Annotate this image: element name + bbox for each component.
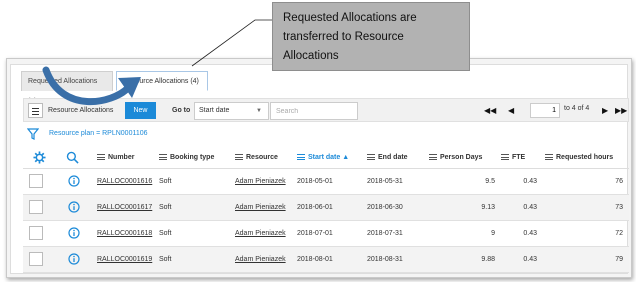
cell-person-days: 9.88 <box>481 256 495 263</box>
cell-fte: 0.43 <box>523 256 537 263</box>
cell-start-date: 2018-05-01 <box>297 178 333 185</box>
cell-person-days: 9.13 <box>481 204 495 211</box>
cell-resource[interactable]: Adam Pieniazek <box>235 255 286 265</box>
column-menu-icon[interactable] <box>297 154 305 161</box>
list-menu-button[interactable] <box>28 103 43 118</box>
cell-start-date: 2018-07-01 <box>297 230 333 237</box>
caret-down-icon: ▼ <box>256 108 262 114</box>
cell-person-days: 9 <box>491 230 495 237</box>
cell-booking-type: Soft <box>159 204 172 211</box>
gear-icon[interactable] <box>33 151 46 164</box>
tab-resource-allocations[interactable]: Resource Allocations (4) <box>116 71 208 91</box>
cell-end-date: 2018-05-31 <box>367 178 403 185</box>
annotation-callout: Requested Allocations are transferred to… <box>272 2 470 71</box>
row-checkbox[interactable] <box>29 252 43 266</box>
page-range-text: to 4 of 4 <box>564 105 590 112</box>
search-input[interactable] <box>270 102 358 120</box>
column-menu-icon[interactable] <box>159 154 167 161</box>
column-header-resource[interactable]: Resource <box>235 152 278 164</box>
table-row[interactable]: RALLOC0001618 Soft Adam Pieniazek 2018-0… <box>23 221 629 247</box>
cell-start-date: 2018-08-01 <box>297 256 333 263</box>
next-page-icon[interactable]: ▶ <box>602 104 608 118</box>
cell-number[interactable]: RALLOC0001616 <box>97 177 152 187</box>
cell-requested-hours: 73 <box>615 204 623 211</box>
tab-requested-allocations[interactable]: Requested Allocations (4) <box>21 71 113 105</box>
cell-end-date: 2018-06-30 <box>367 204 403 211</box>
column-header-person-days[interactable]: Person Days <box>429 152 482 164</box>
column-header-start-date[interactable]: Start date ▲ <box>297 152 349 164</box>
cell-booking-type: Soft <box>159 230 172 237</box>
column-header-end-date[interactable]: End date <box>367 152 408 164</box>
table-row[interactable]: RALLOC0001616 Soft Adam Pieniazek 2018-0… <box>23 169 629 195</box>
filter-icon[interactable] <box>27 128 39 140</box>
cell-booking-type: Soft <box>159 178 172 185</box>
info-icon[interactable] <box>68 175 80 187</box>
cell-booking-type: Soft <box>159 256 172 263</box>
column-menu-icon[interactable] <box>429 154 437 161</box>
column-header-requested-hours[interactable]: Requested hours <box>545 152 613 164</box>
callout-line: Requested Allocations are <box>283 12 417 24</box>
panel-inner: Requested Allocations (4) Resource Alloc… <box>10 64 629 274</box>
row-checkbox[interactable] <box>29 226 43 240</box>
table-row[interactable]: RALLOC0001619 Soft Adam Pieniazek 2018-0… <box>23 247 629 273</box>
related-lists-panel: Requested Allocations (4) Resource Alloc… <box>6 58 632 278</box>
column-menu-icon[interactable] <box>501 154 509 161</box>
info-icon[interactable] <box>68 201 80 213</box>
cell-end-date: 2018-08-31 <box>367 256 403 263</box>
callout-line: transferred to Resource <box>283 31 404 43</box>
hamburger-icon <box>32 108 39 109</box>
row-checkbox[interactable] <box>29 174 43 188</box>
info-icon[interactable] <box>68 253 80 265</box>
page-number-input[interactable] <box>530 103 560 118</box>
row-checkbox[interactable] <box>29 200 43 214</box>
cell-resource[interactable]: Adam Pieniazek <box>235 177 286 187</box>
cell-start-date: 2018-06-01 <box>297 204 333 211</box>
list-title[interactable]: Resource Allocations <box>48 105 113 117</box>
goto-select-value: Start date <box>199 107 230 114</box>
column-header-booking-type[interactable]: Booking type <box>159 152 214 164</box>
cell-fte: 0.43 <box>523 230 537 237</box>
table-row[interactable]: RALLOC0001617 Soft Adam Pieniazek 2018-0… <box>23 195 629 221</box>
column-menu-icon[interactable] <box>545 154 553 161</box>
cell-fte: 0.43 <box>523 178 537 185</box>
column-menu-icon[interactable] <box>97 154 105 161</box>
first-page-icon[interactable]: ◀◀ <box>484 104 496 118</box>
column-header-number[interactable]: Number <box>97 152 134 164</box>
cell-requested-hours: 76 <box>615 178 623 185</box>
previous-page-icon[interactable]: ◀ <box>508 104 514 118</box>
filter-condition[interactable]: Resource plan = RPLN0001106 <box>49 127 148 141</box>
last-page-icon[interactable]: ▶▶ <box>615 104 627 118</box>
cell-number[interactable]: RALLOC0001618 <box>97 229 152 239</box>
cell-resource[interactable]: Adam Pieniazek <box>235 229 286 239</box>
info-icon[interactable] <box>68 227 80 239</box>
cell-person-days: 9.5 <box>485 178 495 185</box>
list-toolbar: Resource Allocations New Go to Start dat… <box>23 98 629 122</box>
column-menu-icon[interactable] <box>367 154 375 161</box>
cell-end-date: 2018-07-31 <box>367 230 403 237</box>
new-button[interactable]: New <box>125 102 156 119</box>
pagination: ◀◀ ◀ to 4 of 4 ▶ ▶▶ <box>484 102 630 120</box>
cell-requested-hours: 72 <box>615 230 623 237</box>
goto-field-select[interactable]: Start date ▼ <box>194 102 269 120</box>
sort-ascending-icon: ▲ <box>342 154 350 161</box>
goto-label: Go to <box>172 107 191 114</box>
cell-number[interactable]: RALLOC0001619 <box>97 255 152 265</box>
column-menu-icon[interactable] <box>235 154 243 161</box>
table-header: Number Booking type Resource Start date … <box>23 147 629 169</box>
cell-number[interactable]: RALLOC0001617 <box>97 203 152 213</box>
cell-fte: 0.43 <box>523 204 537 211</box>
cell-requested-hours: 79 <box>615 256 623 263</box>
column-header-fte[interactable]: FTE <box>501 152 525 164</box>
cell-resource[interactable]: Adam Pieniazek <box>235 203 286 213</box>
callout-line: Allocations <box>283 50 339 62</box>
search-icon[interactable] <box>66 151 79 164</box>
